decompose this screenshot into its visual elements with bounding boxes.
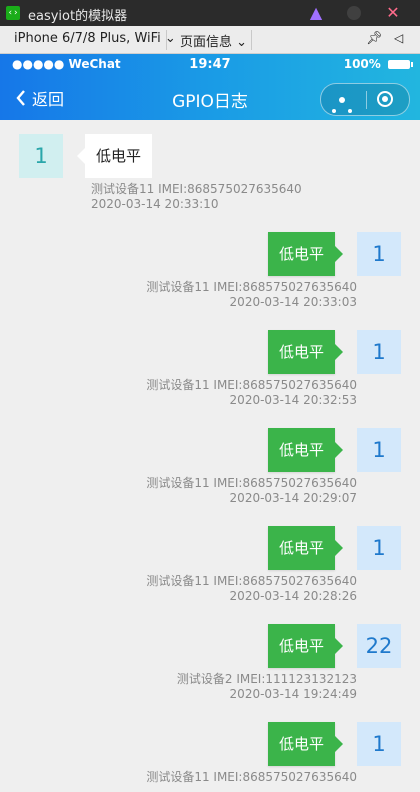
capsule-divider	[366, 91, 367, 109]
log-time: 2020-03-14 20:28:26	[229, 589, 357, 603]
status-bar: ●●●●● WeChat 19:47 100%	[0, 54, 420, 76]
simulator-toolbar: iPhone 6/7/8 Plus, WiFi ⌄ 页面信息 ⌄ 📌︎ ◁	[0, 26, 420, 54]
log-meta: 测试设备11 IMEI:868575027635640	[146, 770, 357, 785]
gpio-value: 22	[357, 624, 401, 668]
gpio-value: 1	[19, 134, 63, 178]
navigation-bar: 返回 GPIO日志	[0, 76, 420, 120]
page-info-select[interactable]: 页面信息 ⌄	[180, 31, 247, 50]
gpio-level-bubble: 低电平	[267, 624, 344, 668]
log-time: 2020-03-14 20:33:03	[229, 295, 357, 309]
gpio-level-bubble: 低电平	[267, 722, 344, 766]
gpio-level-bubble: 低电平	[267, 526, 344, 570]
log-meta: 测试设备11 IMEI:868575027635640 2020-03-14 2…	[146, 378, 357, 408]
devtools-icon[interactable]: ▲	[307, 4, 325, 22]
toolbar-divider	[166, 30, 167, 50]
device-info: 测试设备11 IMEI:868575027635640	[146, 280, 357, 294]
device-info: 测试设备11 IMEI:868575027635640	[146, 476, 357, 490]
window-title: easyiot的模拟器	[28, 9, 128, 24]
log-time: 2020-03-14 20:32:53	[229, 393, 357, 407]
log-meta: 测试设备11 IMEI:868575027635640 2020-03-14 2…	[146, 476, 357, 506]
device-info: 测试设备2 IMEI:111123132123	[176, 672, 357, 686]
device-select[interactable]: iPhone 6/7/8 Plus, WiFi ⌄	[14, 31, 176, 46]
close-miniprogram-icon[interactable]	[377, 91, 393, 107]
miniprogram-capsule	[320, 83, 410, 116]
log-meta: 测试设备11 IMEI:868575027635640 2020-03-14 2…	[91, 182, 302, 212]
app-logo-icon: ‹›	[6, 6, 20, 20]
device-info: 测试设备11 IMEI:868575027635640	[146, 378, 357, 392]
gpio-level-bubble: 低电平	[267, 428, 344, 472]
gpio-value: 1	[357, 330, 401, 374]
close-icon[interactable]: ✕	[384, 4, 402, 22]
minimize-button[interactable]	[345, 4, 363, 22]
gpio-level-bubble: 低电平	[267, 330, 344, 374]
battery-percent: 100%	[343, 57, 381, 71]
gpio-level-bubble: 低电平	[76, 134, 153, 178]
gpio-value: 1	[357, 232, 401, 276]
simulator-title-bar: ‹› easyiot的模拟器 ▲ ✕	[0, 0, 420, 26]
log-meta: 测试设备11 IMEI:868575027635640 2020-03-14 2…	[146, 574, 357, 604]
battery-status: 100%	[343, 57, 413, 71]
more-options-icon[interactable]	[332, 97, 358, 117]
phone-screen: ●●●●● WeChat 19:47 100% 返回 GPIO日志 1 低电平 …	[0, 54, 420, 792]
pin-icon[interactable]: 📌︎	[366, 31, 383, 46]
volume-icon[interactable]: ◁	[394, 31, 403, 45]
gpio-value: 1	[357, 526, 401, 570]
battery-icon	[388, 60, 413, 69]
device-info: 测试设备11 IMEI:868575027635640	[146, 574, 357, 588]
gpio-value: 1	[357, 428, 401, 472]
log-time: 2020-03-14 19:24:49	[229, 687, 357, 701]
gpio-level-bubble: 低电平	[267, 232, 344, 276]
log-meta: 测试设备11 IMEI:868575027635640 2020-03-14 2…	[146, 280, 357, 310]
toolbar-divider	[251, 30, 252, 50]
device-info: 测试设备11 IMEI:868575027635640	[91, 182, 302, 196]
device-info: 测试设备11 IMEI:868575027635640	[146, 770, 357, 784]
log-time: 2020-03-14 20:29:07	[229, 491, 357, 505]
log-time: 2020-03-14 20:33:10	[91, 197, 219, 211]
gpio-value: 1	[357, 722, 401, 766]
log-meta: 测试设备2 IMEI:111123132123 2020-03-14 19:24…	[177, 672, 357, 702]
